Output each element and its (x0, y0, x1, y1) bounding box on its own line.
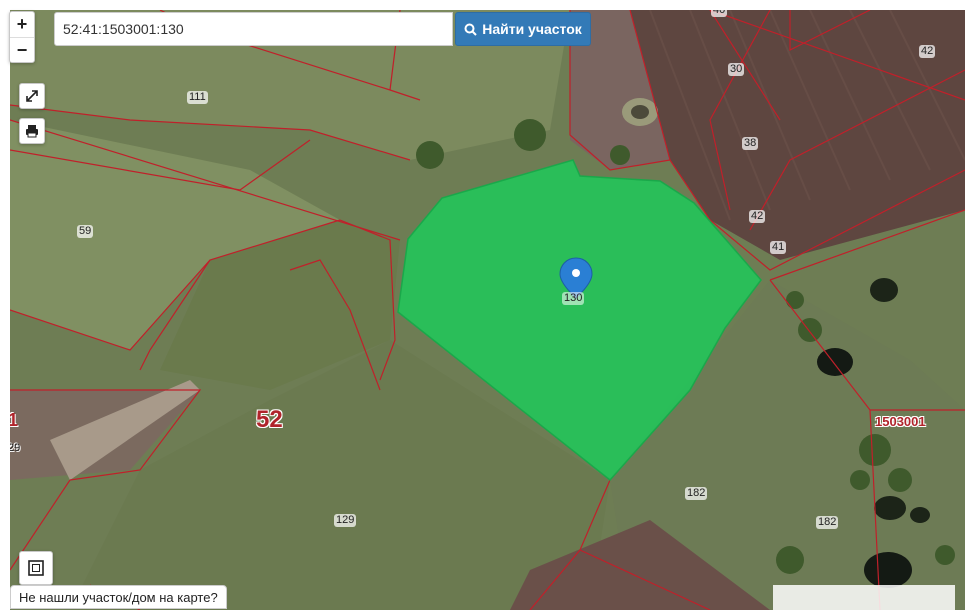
parcel-label: 59 (77, 225, 94, 238)
zoom-controls: + − (9, 11, 35, 63)
selected-parcel-label: 130 (562, 292, 585, 305)
not-found-link[interactable]: Не нашли участок/дом на карте? (10, 585, 227, 609)
zoom-in-button[interactable]: + (10, 12, 34, 37)
map-frame-icon (28, 560, 44, 576)
print-button[interactable] (19, 118, 45, 144)
map-view[interactable]: 111 59 129 182 182 30 38 42 42 41 40 130… (10, 10, 965, 610)
cadastral-search-input[interactable] (54, 12, 453, 46)
parcel-label: 42 (919, 45, 936, 58)
find-parcel-button-label: Найти участок (482, 21, 582, 37)
district-label: 52 (256, 406, 283, 433)
edge-district-label: 1 (10, 410, 19, 430)
edge-parcel-label: 29 (10, 442, 21, 454)
parcel-label: 111 (187, 91, 208, 104)
zoom-out-button[interactable]: − (10, 37, 34, 62)
search-icon (464, 23, 477, 36)
parcel-label: 38 (742, 137, 759, 150)
corner-panel (773, 585, 955, 610)
parcel-label: 42 (749, 210, 766, 223)
fullscreen-button[interactable] (19, 83, 45, 109)
parcel-label: 129 (334, 514, 357, 527)
parcel-label: 182 (816, 516, 839, 529)
parcel-label: 40 (711, 10, 728, 17)
printer-icon (26, 125, 38, 138)
layers-button[interactable] (19, 551, 53, 585)
block-label: 1503001 (875, 414, 926, 429)
expand-icon (26, 90, 38, 102)
find-parcel-button[interactable]: Найти участок (455, 12, 591, 46)
parcel-label: 30 (728, 63, 745, 76)
parcel-label: 41 (770, 241, 787, 254)
parcel-label: 182 (685, 487, 708, 500)
